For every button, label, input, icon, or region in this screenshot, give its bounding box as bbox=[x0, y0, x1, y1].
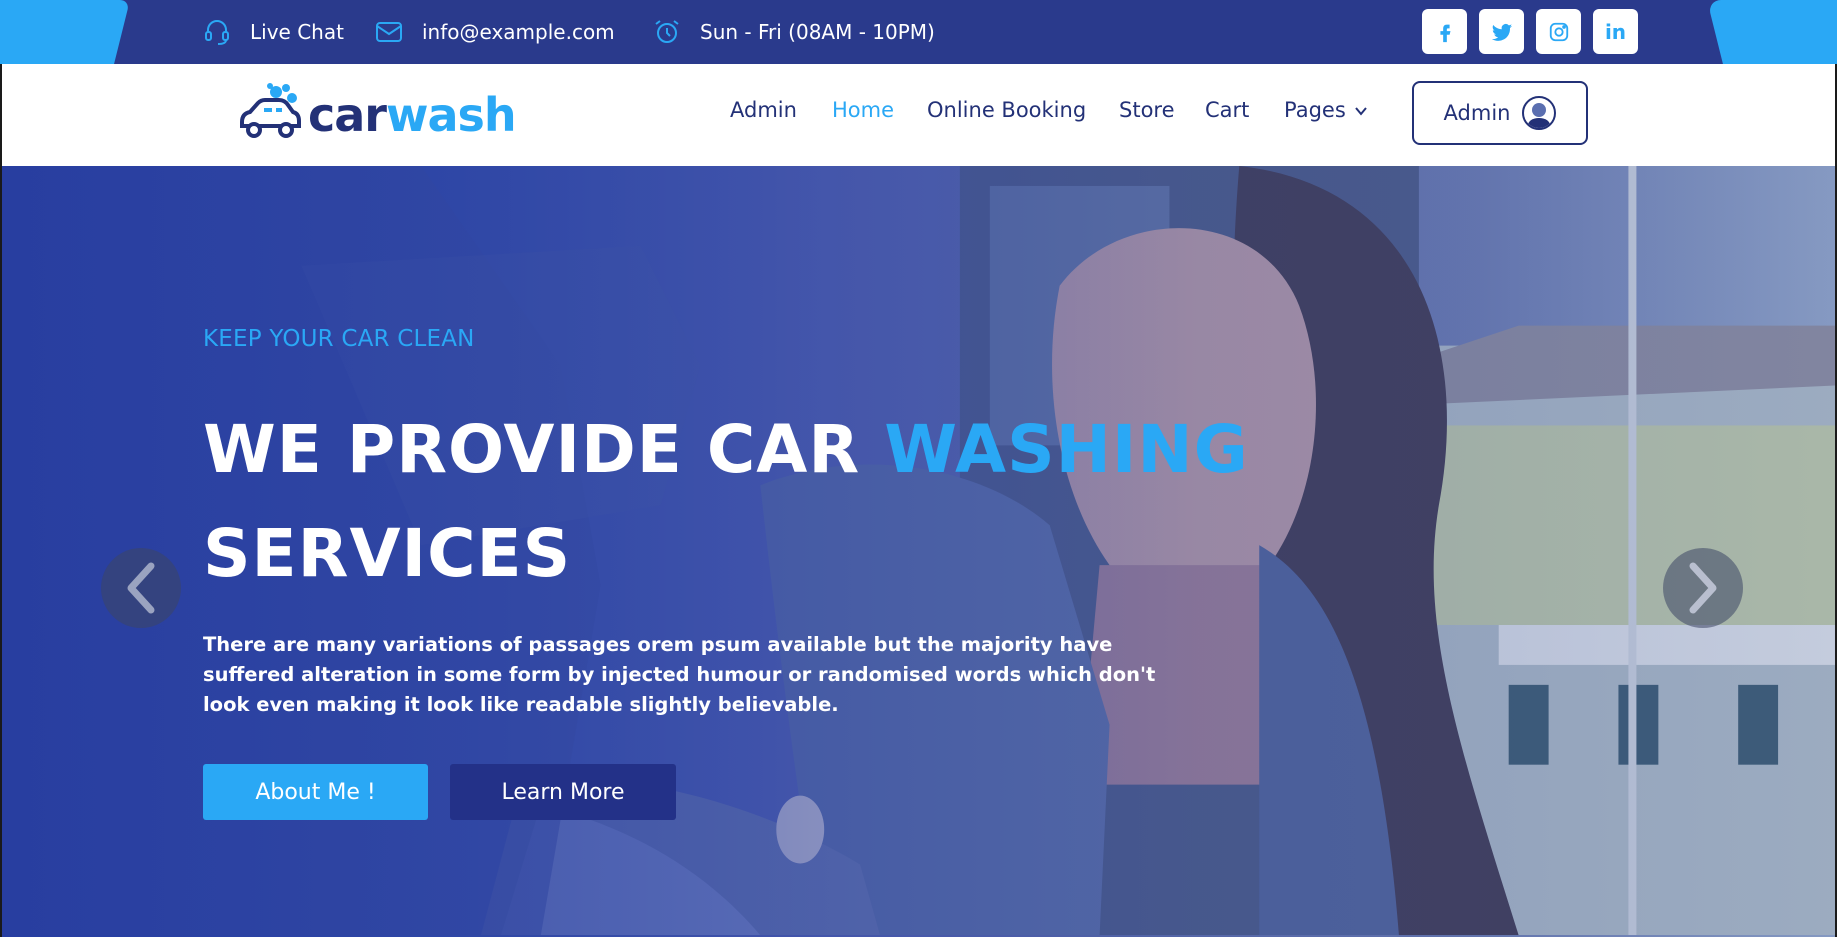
nav-pages-label: Pages bbox=[1284, 98, 1346, 122]
admin-button-label: Admin bbox=[1443, 101, 1511, 125]
nav-pages-dropdown[interactable]: Pages bbox=[1284, 98, 1368, 122]
carwash-logo[interactable]: car wash bbox=[236, 82, 517, 142]
linkedin-button[interactable]: in bbox=[1593, 9, 1638, 54]
logo-text-car: car bbox=[308, 88, 387, 142]
chevron-left-icon bbox=[127, 562, 155, 614]
alarm-clock-icon bbox=[655, 20, 679, 43]
site-header: car wash Admin Home Online Booking Store … bbox=[0, 64, 1837, 166]
nav-store[interactable]: Store bbox=[1119, 98, 1175, 122]
hero-eyebrow: KEEP YOUR CAR CLEAN bbox=[203, 326, 475, 352]
top-bar: Live Chat info@example.com Sun - Fri (08… bbox=[0, 0, 1837, 64]
chevron-right-icon bbox=[1689, 562, 1717, 614]
avatar bbox=[1522, 96, 1557, 130]
headline-part-2: SERVICES bbox=[203, 515, 572, 592]
about-me-button[interactable]: About Me ! bbox=[203, 764, 428, 820]
email-link[interactable]: info@example.com bbox=[374, 0, 615, 64]
nav-cart[interactable]: Cart bbox=[1205, 98, 1249, 122]
live-chat-link[interactable]: Live Chat bbox=[202, 0, 344, 64]
envelope-icon bbox=[376, 22, 402, 42]
twitter-button[interactable] bbox=[1479, 9, 1524, 54]
email-label: info@example.com bbox=[422, 20, 615, 44]
facebook-icon bbox=[1439, 24, 1450, 42]
instagram-icon bbox=[1549, 22, 1568, 41]
live-chat-label: Live Chat bbox=[250, 20, 344, 44]
hero-description: There are many variations of passages or… bbox=[203, 633, 1156, 716]
linkedin-icon: in bbox=[1604, 19, 1627, 44]
logo-text-wash: wash bbox=[386, 88, 517, 142]
topbar-corner-decoration-right bbox=[1707, 0, 1837, 64]
headset-icon bbox=[205, 20, 229, 45]
learn-more-button[interactable]: Learn More bbox=[450, 764, 676, 820]
hero-headline: WE PROVIDE CAR WASHING SERVICES bbox=[203, 398, 1303, 606]
admin-account-button[interactable]: Admin bbox=[1412, 81, 1588, 145]
facebook-button[interactable] bbox=[1422, 9, 1467, 54]
chevron-down-icon bbox=[1355, 107, 1368, 116]
hero-slider: KEEP YOUR CAR CLEAN WE PROVIDE CAR WASHI… bbox=[0, 166, 1837, 937]
slider-prev-button[interactable] bbox=[101, 548, 181, 628]
slider-next-button[interactable] bbox=[1663, 548, 1743, 628]
topbar-corner-decoration-left bbox=[0, 0, 131, 64]
opening-hours-label: Sun - Fri (08AM - 10PM) bbox=[700, 20, 935, 44]
car-wash-logo-icon bbox=[240, 83, 301, 138]
headline-accent: WASHING bbox=[884, 411, 1249, 488]
nav-online-booking[interactable]: Online Booking bbox=[927, 98, 1086, 122]
nav-admin[interactable]: Admin bbox=[730, 98, 797, 122]
social-links: in bbox=[1422, 9, 1638, 54]
opening-hours: Sun - Fri (08AM - 10PM) bbox=[652, 0, 935, 64]
instagram-button[interactable] bbox=[1536, 9, 1581, 54]
headline-part-1: WE PROVIDE CAR bbox=[203, 411, 885, 488]
twitter-icon bbox=[1491, 23, 1512, 41]
nav-home[interactable]: Home bbox=[832, 98, 894, 122]
